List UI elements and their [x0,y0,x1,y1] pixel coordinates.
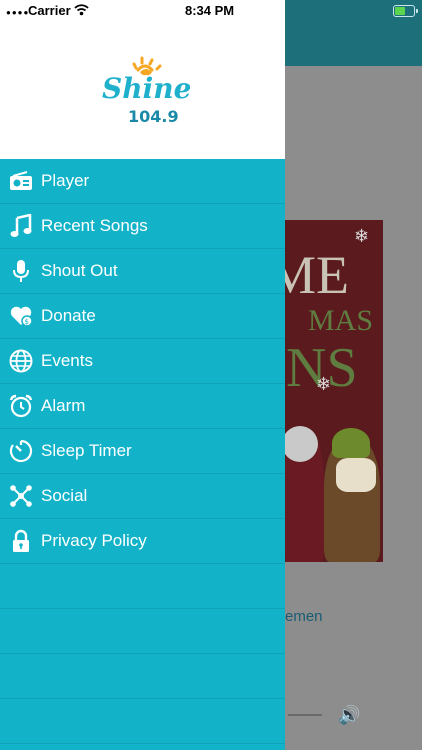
menu-empty-row [0,654,285,699]
menu-item-privacy-policy[interactable]: Privacy Policy [0,519,285,564]
battery-icon [393,5,418,17]
album-person-right-hat [332,428,370,458]
menu-item-label: Events [41,351,93,370]
menu-item-label: Privacy Policy [41,531,147,550]
drawer-header: Shine 104.9 [0,0,285,159]
now-playing-text: emen [285,608,323,625]
timer-icon [9,439,33,463]
volume-icon[interactable]: 🔊 [338,705,360,726]
music-note-icon [9,214,33,238]
heart-donate-icon: $ [9,304,33,328]
network-icon [9,484,33,508]
menu-empty-row [0,699,285,744]
lock-icon [9,529,33,553]
menu-item-social[interactable]: Social [0,474,285,519]
status-bar: ●●●● Carrier 8:34 PM [0,0,422,22]
menu-item-recent-songs[interactable]: Recent Songs [0,204,285,249]
menu-item-alarm[interactable]: Alarm [0,384,285,429]
shine-logo: Shine 104.9 [102,56,190,126]
menu-item-events[interactable]: Events [0,339,285,384]
menu-item-label: Shout Out [41,261,118,280]
menu-item-label: Sleep Timer [41,441,132,460]
menu-empty-row [0,609,285,654]
menu-item-shout-out[interactable]: Shout Out [0,249,285,294]
svg-text:$: $ [25,318,29,326]
menu-item-player[interactable]: Player [0,159,285,204]
side-drawer: Shine 104.9 Player Recent Songs Shout Ou… [0,0,285,750]
menu-item-label: Recent Songs [41,216,148,235]
drawer-menu: Player Recent Songs Shout Out $ Donate E… [0,159,285,744]
globe-icon [9,349,33,373]
logo-frequency: 104.9 [128,107,179,126]
signal-dots-icon: ●●●● [6,8,30,17]
album-person-left-hat [282,426,318,462]
alarm-clock-icon [9,394,33,418]
menu-item-label: Player [41,171,90,190]
wifi-icon [74,4,89,16]
microphone-icon [9,259,33,283]
radio-icon [9,169,33,193]
album-text-2: MAS [308,304,374,337]
menu-item-label: Alarm [41,396,86,415]
snowflake-icon: ❄ [316,374,332,394]
volume-slider[interactable] [288,714,322,716]
menu-item-label: Donate [41,306,96,325]
menu-item-donate[interactable]: $ Donate [0,294,285,339]
logo-wordmark: Shine [102,72,190,105]
status-time: 8:34 PM [185,3,235,18]
menu-item-label: Social [41,486,88,505]
album-person-right-scarf [336,458,376,492]
menu-empty-row [0,564,285,609]
carrier-label: Carrier [28,3,71,18]
snowflake-icon: ❄ [354,226,370,246]
menu-item-sleep-timer[interactable]: Sleep Timer [0,429,285,474]
